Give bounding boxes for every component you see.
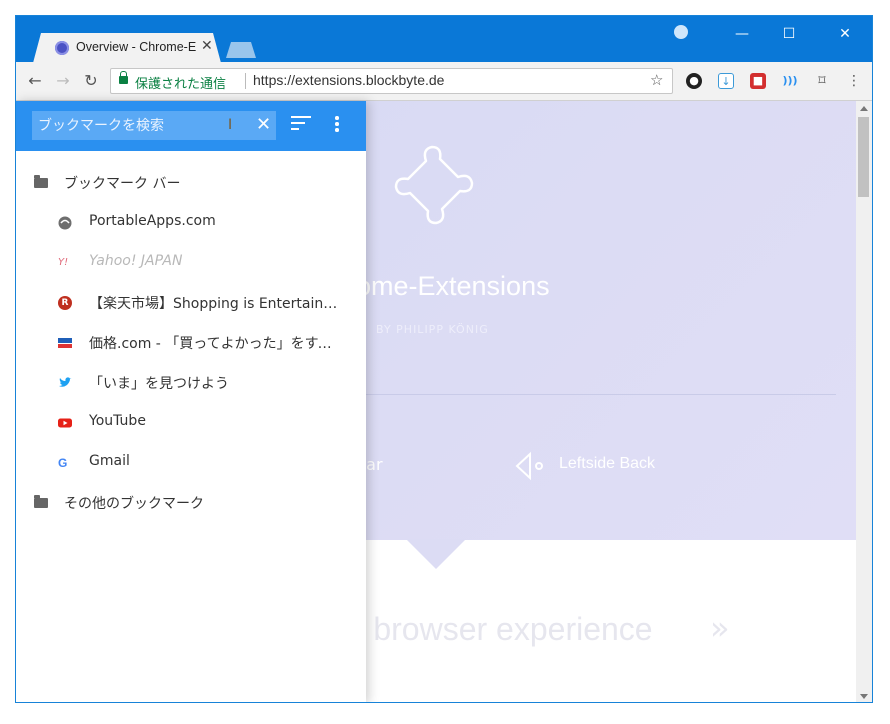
omnibox-separator [245,73,246,89]
bookmark-portableapps[interactable]: PortableApps.com [16,203,366,243]
bookmark-label: Gmail [89,453,130,469]
hero-byline: BY PHILIPP KÖNIG [376,323,489,336]
back-icon[interactable]: ← [25,71,45,91]
folder-icon [34,175,48,188]
minimize-button[interactable]: — [719,22,765,46]
bookmark-label: Yahoo! JAPAN [89,253,183,269]
bookmark-list: ブックマーク バー PortableApps.com Y! Yahoo! JAP… [16,163,366,523]
title-bar: Overview - Chrome-Ex ✕ — ☐ ✕ [16,16,872,63]
address-bar[interactable]: 保護された通信 https://extensions.blockbyte.de … [110,68,673,94]
bookmark-label: その他のブックマーク [64,496,204,512]
maximize-button[interactable]: ☐ [766,22,812,46]
bookmark-youtube[interactable]: YouTube [16,403,366,443]
bookmarks-panel-header: I ✕ [16,101,366,151]
puzzle-icon [394,145,474,225]
hero-divider [356,394,836,395]
yahoo-icon: Y! [58,257,69,268]
download-extension-icon[interactable]: ↓ [718,73,734,89]
tab-overview[interactable]: Overview - Chrome-Ex ✕ [33,33,221,63]
bookmark-label: 価格.com - 「買ってよかった」をすべての人に。 [89,336,341,352]
bookmark-rakuten[interactable]: R 【楽天市場】Shopping is Entertainment! ： [16,283,366,323]
bookmark-gmail[interactable]: G Gmail [16,443,366,483]
rakuten-icon: R [58,296,72,310]
bookmark-yahoo[interactable]: Y! Yahoo! JAPAN [16,243,366,283]
lock-icon [119,71,128,84]
youtube-icon [58,418,72,428]
forward-icon[interactable]: → [53,71,73,91]
tab-close-icon[interactable]: ✕ [201,38,213,54]
scroll-thumb[interactable] [858,117,869,197]
sort-icon[interactable] [291,116,311,134]
close-button[interactable]: ✕ [822,22,868,46]
google-icon: G [58,456,68,470]
ninja-extension-icon[interactable]: ● [686,73,702,89]
hero-pointer [406,539,466,569]
hero-right-label[interactable]: Leftside Back [559,455,655,473]
new-tab-button[interactable] [226,42,256,58]
bookmark-label: PortableApps.com [89,213,216,229]
twitter-icon [59,377,72,387]
bookmark-twitter[interactable]: 「いま」を見つけよう [16,363,366,403]
url-text[interactable]: https://extensions.blockbyte.de [253,72,444,88]
tab-favicon-icon [55,41,69,55]
text-cursor-icon: I [228,117,233,133]
browser-window: Overview - Chrome-Ex ✕ — ☐ ✕ ← → ↻ 保護された… [15,15,873,703]
kakaku-icon [58,338,72,348]
tagline: ur browser experience [336,611,653,647]
profile-icon[interactable] [674,25,688,39]
bookmark-star-icon[interactable]: ☆ [650,71,663,89]
secure-label: 保護された通信 [135,77,227,92]
bookmark-label: YouTube [89,413,146,429]
bookmark-label: 【楽天市場】Shopping is Entertainment! ： [89,296,341,312]
bookmarks-panel: I ✕ ブックマーク バー PortableApps.com Y! Yahoo!… [16,101,366,702]
hero-title: ome-Extensions [356,271,550,301]
leftside-back-icon [515,451,543,481]
signal-extension-icon[interactable]: ))) [782,73,798,89]
scroll-up-icon[interactable] [860,106,868,111]
menu-icon[interactable]: ⋮ [846,73,862,89]
folder-icon [34,495,48,508]
bookmark-folder-bar[interactable]: ブックマーク バー [16,163,366,203]
bookmark-label: 「いま」を見つけよう [89,376,229,392]
bookmark-kakaku[interactable]: 価格.com - 「買ってよかった」をすべての人に。 [16,323,366,363]
bookmark-folder-other[interactable]: その他のブックマーク [16,483,366,523]
clear-search-icon[interactable]: ✕ [256,114,271,135]
bookmark-search-box: I ✕ [32,111,276,140]
bookmark-extension-icon[interactable]: ⌑ [814,73,830,89]
bookmark-search-input[interactable] [32,111,222,140]
tagline-arrow-icon[interactable]: » [710,609,730,647]
bookmark-label: ブックマーク バー [64,176,181,192]
page-scrollbar[interactable] [856,101,872,702]
scroll-down-icon[interactable] [860,694,868,699]
toolbar: ← → ↻ 保護された通信 https://extensions.blockby… [16,62,872,101]
tab-title: Overview - Chrome-Ex [76,40,196,54]
more-options-icon[interactable] [334,116,340,134]
portableapps-icon [58,216,72,230]
record-extension-icon[interactable]: ■ [750,73,766,89]
reload-icon[interactable]: ↻ [81,71,101,91]
